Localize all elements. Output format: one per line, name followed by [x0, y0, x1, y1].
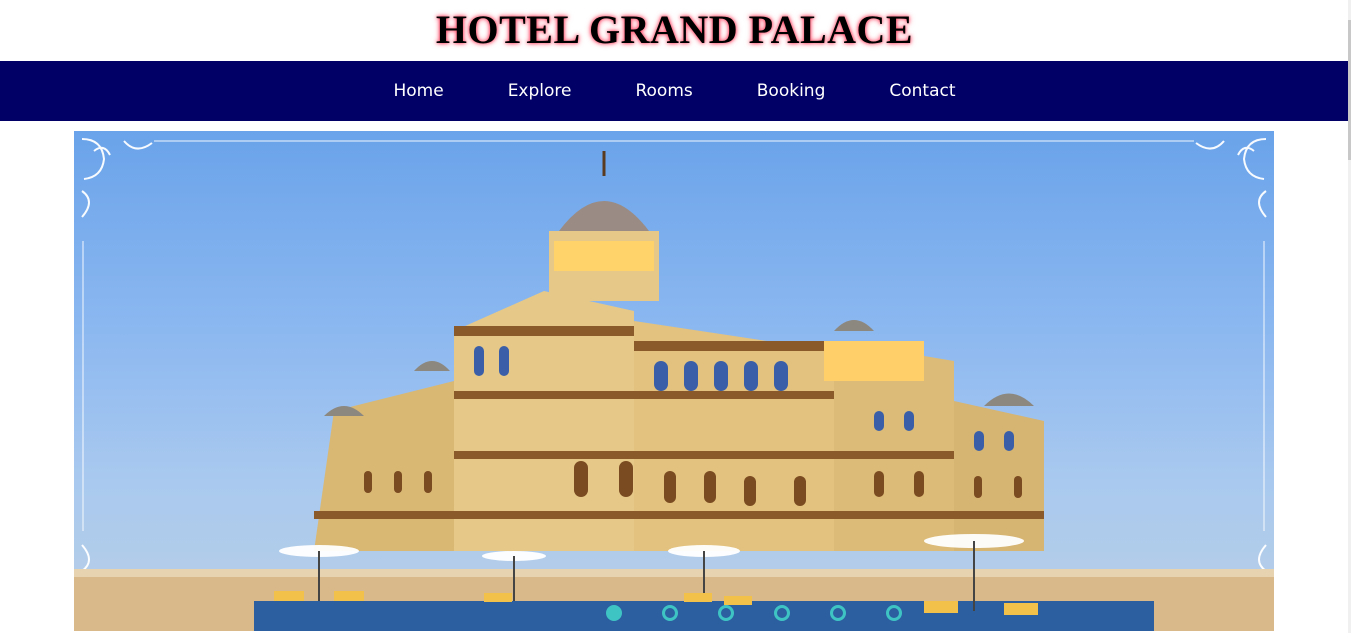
slider-dot-4[interactable] [774, 605, 790, 621]
slider-dot-6[interactable] [886, 605, 902, 621]
main-navbar: Home Explore Rooms Booking Contact [0, 61, 1349, 121]
slider-dot-1[interactable] [606, 605, 622, 621]
slider-dot-5[interactable] [830, 605, 846, 621]
nav-rooms-link[interactable]: Rooms [635, 81, 692, 101]
slider-dot-2[interactable] [662, 605, 678, 621]
site-header: HOTEL GRAND PALACE [0, 0, 1349, 58]
hotel-palace-photo [74, 138, 1274, 631]
nav-booking-link[interactable]: Booking [757, 81, 826, 101]
slider-dots [154, 605, 1274, 621]
nav-explore-link[interactable]: Explore [508, 81, 572, 101]
hero-slider [74, 131, 1274, 631]
nav-home-link[interactable]: Home [393, 81, 443, 101]
slider-dot-3[interactable] [718, 605, 734, 621]
nav-contact-link[interactable]: Contact [889, 81, 955, 101]
site-title: HOTEL GRAND PALACE [435, 6, 914, 52]
